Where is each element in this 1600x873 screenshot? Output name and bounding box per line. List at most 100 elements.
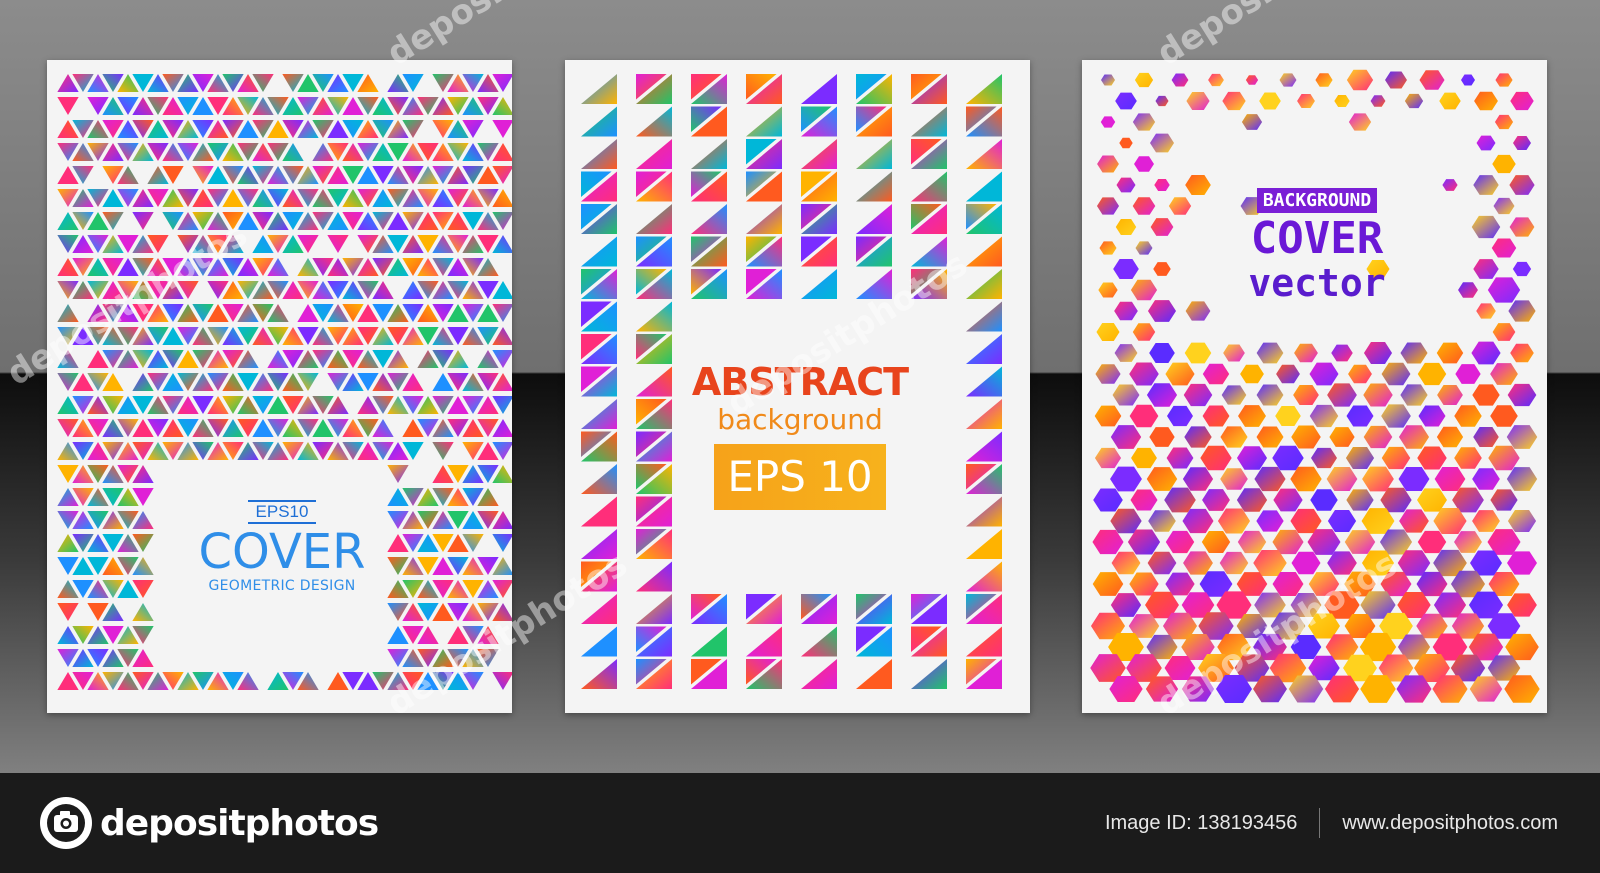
hexagon-tile	[1201, 530, 1231, 554]
hexagon-tile	[1363, 425, 1393, 449]
hexagon-tile	[1132, 113, 1156, 131]
cover-title: COVER	[198, 524, 366, 580]
hexagon-tile	[1507, 510, 1537, 532]
hexagon-tile	[1256, 426, 1284, 448]
hexagon-tile	[1506, 467, 1538, 491]
hexagon-tile	[1114, 344, 1138, 362]
hexagon-tile	[1331, 344, 1353, 362]
hexagon-tile	[1236, 488, 1268, 512]
hexagon-tile	[1495, 73, 1513, 87]
divider	[1319, 808, 1321, 838]
hexagon-tile	[1273, 488, 1303, 512]
hexagon-tile	[1275, 406, 1301, 426]
diagonal-triangle-tile	[636, 561, 672, 592]
hexagon-tile	[1327, 383, 1357, 407]
hexagon-tile	[1099, 241, 1117, 255]
background-badge: BACKGROUND	[1256, 188, 1378, 213]
image-info: Image ID: 138193456 www.depositphotos.co…	[1105, 808, 1558, 838]
triangle-tile	[492, 533, 512, 553]
hexagon-tile	[1385, 71, 1407, 89]
diagonal-triangle-tile	[966, 399, 1002, 429]
hexagon-tile	[1241, 114, 1263, 130]
hexagon-tile	[1454, 531, 1482, 553]
diagonal-triangle-tile	[691, 626, 727, 657]
diagonal-triangle-tile	[966, 334, 1002, 364]
hexagon-tile	[1165, 530, 1195, 554]
hexagon-tile	[1381, 362, 1411, 386]
hexagon-tile	[1439, 92, 1461, 110]
image-id: Image ID: 138193456	[1104, 811, 1298, 834]
diagonal-triangle-tile	[966, 529, 1002, 559]
hexagon-tile	[1476, 303, 1496, 319]
hexagon-tile	[1310, 489, 1338, 511]
hexagon-tile	[1348, 364, 1372, 384]
diagonal-triangle-tile	[966, 171, 1002, 202]
diagonal-triangle-tile	[856, 204, 892, 234]
hexagon-tile	[1147, 551, 1177, 575]
diagonal-triangle-tile	[966, 496, 1002, 527]
diagonal-triangle-tile	[856, 139, 892, 169]
hexagon-tile	[1185, 301, 1211, 321]
hexagon-tile	[1100, 74, 1116, 86]
diagonal-triangle-tile	[856, 171, 892, 202]
hexagon-tile	[1259, 92, 1281, 110]
hexagon-tile	[1334, 95, 1350, 107]
hexagon-tile	[1115, 92, 1137, 110]
hexagon-tile	[1473, 427, 1499, 447]
hexagon-tile	[1167, 405, 1193, 427]
hexagon-tile	[1221, 385, 1247, 405]
hexagon-tile	[1400, 342, 1428, 364]
hexagon-tile	[1096, 322, 1120, 342]
hexagon-tile	[1326, 467, 1358, 491]
hexagon-tile	[1474, 91, 1498, 111]
hexagon-tile	[1256, 342, 1284, 364]
diagonal-triangle-tile	[581, 626, 617, 657]
hexagon-tile	[1110, 466, 1142, 492]
hexagon-tile	[1399, 509, 1429, 533]
diagonal-triangle-tile	[966, 301, 1002, 332]
hexagon-tile	[1166, 447, 1194, 469]
hexagon-tile	[1223, 344, 1245, 362]
hexagon-tile	[1129, 362, 1159, 386]
hexagon-tile	[1149, 343, 1175, 363]
hexagon-tile	[1419, 70, 1445, 90]
hexagon-tile	[1119, 137, 1133, 149]
hexagon-tile	[1093, 488, 1123, 512]
diagonal-triangle-tile	[746, 204, 782, 234]
hexagon-tile	[1346, 405, 1374, 427]
diagonal-triangle-tile	[911, 659, 947, 689]
website-link[interactable]: www.depositphotos.com	[1342, 812, 1558, 835]
hexagon-tile	[1418, 405, 1446, 427]
hexagon-tile	[1154, 178, 1170, 192]
hexagon-tile	[1417, 362, 1447, 386]
hexagon-tile	[1112, 384, 1140, 406]
hexagon-tile	[1098, 282, 1118, 298]
hexagon-tile	[1473, 259, 1499, 279]
hexagon-tile	[1510, 91, 1534, 111]
hexagon-tile	[1256, 510, 1284, 532]
hexagon-tile	[1219, 551, 1249, 575]
hexagon-tile	[1472, 510, 1500, 532]
hexagon-tile	[1238, 405, 1266, 427]
hexagon-tile	[1200, 445, 1232, 471]
cover-subtitle: vector	[1248, 261, 1386, 305]
hexagon-tile	[1363, 383, 1393, 407]
hexagon-tile	[1220, 426, 1248, 448]
hexagon-tile	[1240, 364, 1264, 384]
hexagon-tile	[1146, 467, 1178, 491]
diagonal-triangle-tile	[966, 431, 1002, 462]
hexagon-tile	[1507, 593, 1537, 617]
hexagon-tile	[1460, 74, 1476, 86]
brand-logo[interactable]: depositphotos	[38, 795, 379, 851]
hexagon-tile	[1508, 300, 1536, 322]
hexagon-tile	[1168, 197, 1192, 215]
hexagon-tile	[1147, 300, 1177, 322]
diagonal-triangle-tile	[746, 626, 782, 657]
hexagon-tile	[1236, 446, 1268, 470]
hexagon-tile	[1110, 425, 1142, 449]
hexagon-tile	[1494, 114, 1514, 130]
hexagon-tile	[1150, 218, 1174, 236]
hexagon-tile	[1363, 342, 1393, 364]
triangle-tile	[432, 441, 454, 461]
hexagon-tile	[1493, 197, 1515, 215]
